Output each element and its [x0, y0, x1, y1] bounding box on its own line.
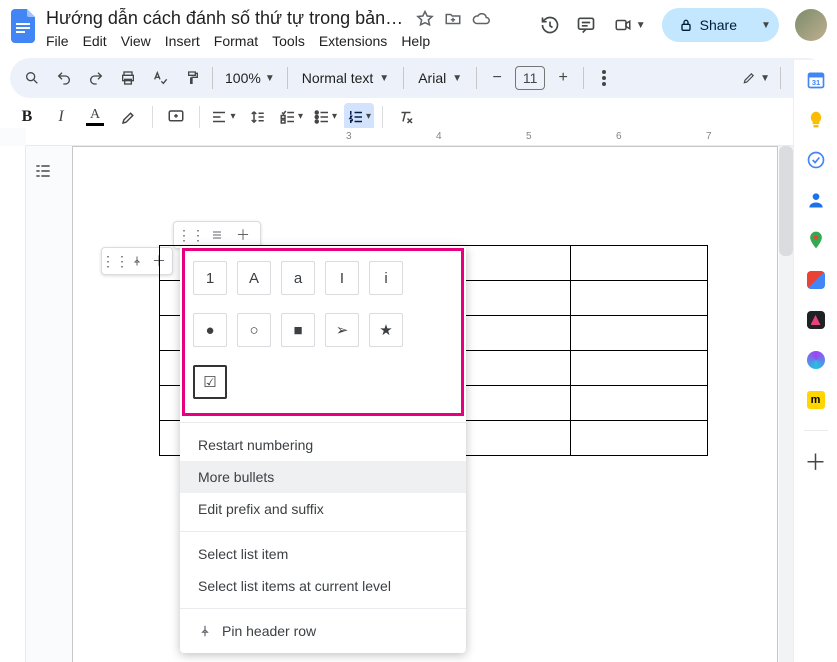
list-presets-highlight: 1 A a I i ● ○ ■ ➢ ★ ☑ — [182, 248, 464, 416]
get-addons-icon[interactable]: ＋ — [806, 451, 826, 471]
meet-button[interactable]: ▼ — [612, 16, 646, 34]
addon-app-icon-1[interactable] — [806, 270, 826, 290]
editing-mode-icon[interactable]: ▼ — [742, 64, 770, 92]
menu-select-list-level[interactable]: Select list items at current level — [180, 570, 466, 602]
move-icon[interactable] — [444, 10, 462, 28]
font-family-select[interactable]: Arial▼ — [410, 70, 470, 86]
menu-format[interactable]: Format — [214, 33, 258, 49]
paint-format-icon[interactable] — [178, 64, 206, 92]
menu-select-list-item[interactable]: Select list item — [180, 538, 466, 570]
list-preset-lower-a[interactable]: a — [281, 261, 315, 295]
tasks-app-icon[interactable] — [806, 150, 826, 170]
menu-pin-header-row[interactable]: Pin header row — [180, 615, 466, 647]
svg-text:31: 31 — [811, 78, 819, 87]
zoom-select[interactable]: 100%▼ — [219, 70, 281, 86]
menu-edit[interactable]: Edit — [83, 33, 107, 49]
drag-col-icon[interactable]: ⋮⋮ — [182, 226, 200, 244]
menu-restart-numbering[interactable]: Restart numbering — [180, 429, 466, 461]
undo-icon[interactable] — [50, 64, 78, 92]
checklist-button[interactable]: ▾ — [276, 103, 306, 131]
share-label: Share — [700, 17, 737, 33]
list-preset-upper-a[interactable]: A — [237, 261, 271, 295]
addon-app-icon-4[interactable]: m — [806, 390, 826, 410]
line-spacing-button[interactable] — [242, 103, 272, 131]
drag-handle-icon[interactable]: ⋮⋮ — [106, 252, 124, 270]
insert-comment-button[interactable] — [161, 103, 191, 131]
vertical-scrollbar[interactable] — [779, 146, 793, 662]
list-preset-1[interactable]: 1 — [193, 261, 227, 295]
addon-app-icon-2[interactable] — [806, 310, 826, 330]
main-toolbar: 100%▼ Normal text▼ Arial▼ − 11 + ▼ — [10, 58, 827, 98]
contacts-app-icon[interactable] — [806, 190, 826, 210]
text-color-button[interactable]: A — [80, 103, 110, 131]
align-button[interactable]: ▾ — [208, 103, 238, 131]
font-size-increase[interactable]: + — [549, 64, 577, 92]
comments-icon[interactable] — [576, 15, 596, 35]
document-title[interactable]: Hướng dẫn cách đánh số thứ tự trong bảng… — [46, 8, 406, 29]
menu-more-bullets[interactable]: More bullets — [180, 461, 466, 493]
app-header: Hướng dẫn cách đánh số thứ tự trong bảng… — [0, 0, 837, 58]
menu-insert[interactable]: Insert — [165, 33, 200, 49]
menu-file[interactable]: File — [46, 33, 69, 49]
menu-extensions[interactable]: Extensions — [319, 33, 387, 49]
pin-icon — [198, 624, 212, 638]
highlight-color-button[interactable] — [114, 103, 144, 131]
menu-bar: File Edit View Insert Format Tools Exten… — [46, 33, 540, 49]
italic-button[interactable]: I — [46, 103, 76, 131]
share-button[interactable]: Share — [662, 9, 753, 41]
list-preset-lower-roman[interactable]: i — [369, 261, 403, 295]
cloud-status-icon[interactable] — [472, 10, 490, 28]
share-dropdown[interactable]: ▼ — [753, 8, 779, 42]
search-menus-icon[interactable] — [18, 64, 46, 92]
font-size-input[interactable]: 11 — [515, 66, 545, 90]
distribute-cols-icon[interactable] — [208, 226, 226, 244]
calendar-app-icon[interactable]: 31 — [806, 70, 826, 90]
add-col-icon[interactable]: ＋ — [234, 226, 252, 244]
more-toolbar-icon[interactable] — [590, 64, 618, 92]
addon-app-icon-3[interactable] — [806, 350, 826, 370]
bullet-preset-circle[interactable]: ○ — [237, 313, 271, 347]
show-outline-icon[interactable] — [28, 156, 58, 186]
bullet-preset-checkbox[interactable]: ☑ — [193, 365, 227, 399]
menu-view[interactable]: View — [121, 33, 151, 49]
list-options-popup: 1 A a I i ● ○ ■ ➢ ★ ☑ Restart numbering … — [180, 246, 466, 653]
caret-down-icon: ▼ — [636, 20, 646, 31]
menu-tools[interactable]: Tools — [272, 33, 305, 49]
bold-button[interactable]: B — [12, 103, 42, 131]
font-size-control: − 11 + — [483, 64, 577, 92]
star-icon[interactable] — [416, 10, 434, 28]
font-size-decrease[interactable]: − — [483, 64, 511, 92]
maps-app-icon[interactable] — [806, 230, 826, 250]
account-avatar[interactable] — [795, 9, 827, 41]
bulleted-list-button[interactable]: ▾ — [310, 103, 340, 131]
history-icon[interactable] — [540, 15, 560, 35]
keep-app-icon[interactable] — [806, 110, 826, 130]
redo-icon[interactable] — [82, 64, 110, 92]
horizontal-ruler[interactable]: 3 4 5 6 7 — [26, 128, 793, 146]
vertical-ruler[interactable] — [0, 146, 26, 662]
numbered-list-button[interactable]: ▾ — [344, 103, 374, 131]
side-panel: 31 m ＋ — [793, 60, 837, 662]
menu-edit-prefix-suffix[interactable]: Edit prefix and suffix — [180, 493, 466, 525]
list-preset-upper-roman[interactable]: I — [325, 261, 359, 295]
pin-row-icon[interactable] — [128, 252, 146, 270]
bullet-preset-disc[interactable]: ● — [193, 313, 227, 347]
menu-help[interactable]: Help — [401, 33, 430, 49]
clear-formatting-button[interactable] — [391, 103, 421, 131]
bullet-preset-arrow[interactable]: ➢ — [325, 313, 359, 347]
bullet-preset-star[interactable]: ★ — [369, 313, 403, 347]
print-icon[interactable] — [114, 64, 142, 92]
title-block: Hướng dẫn cách đánh số thứ tự trong bảng… — [46, 8, 540, 49]
paragraph-style-select[interactable]: Normal text▼ — [294, 70, 397, 86]
spellcheck-icon[interactable] — [146, 64, 174, 92]
docs-logo[interactable] — [10, 8, 38, 44]
bullet-preset-square[interactable]: ■ — [281, 313, 315, 347]
header-actions: ▼ Share ▼ — [540, 8, 827, 42]
